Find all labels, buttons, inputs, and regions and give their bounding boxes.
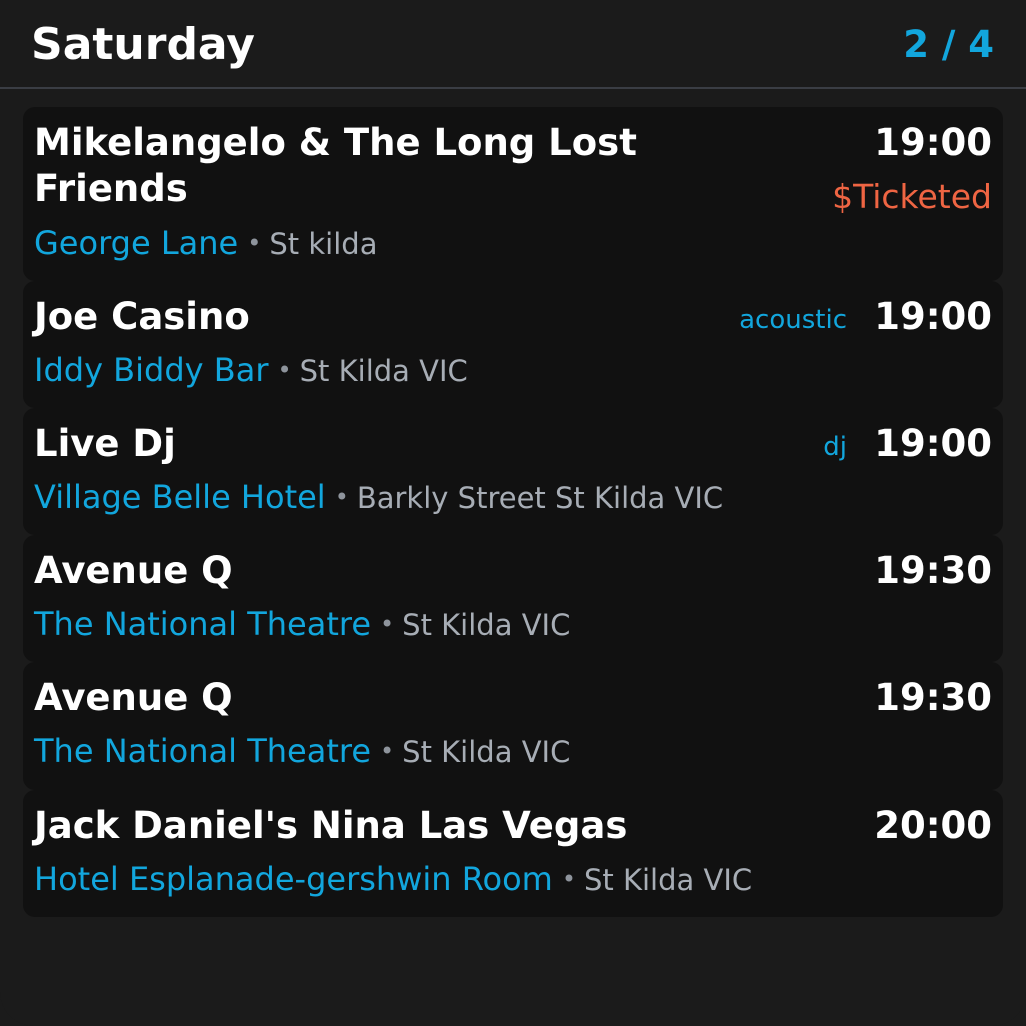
venue-line: Village Belle Hotel • Barkly Street St Kil… xyxy=(34,478,723,519)
venue-name: George Lane xyxy=(34,224,239,262)
event-time: 19:30 xyxy=(874,676,992,719)
venue-area: St kilda xyxy=(269,227,378,261)
event-list-screen: Saturday 2 / 4 Mikelangelo & The Long Lo… xyxy=(0,0,1026,1026)
event-time: 20:00 xyxy=(874,804,992,847)
venue-area: St Kilda VIC xyxy=(402,608,571,642)
event-list: Mikelangelo & The Long Lost Friends 19:0… xyxy=(23,107,1003,917)
event-title: Mikelangelo & The Long Lost Friends xyxy=(34,121,637,210)
venue-line: Iddy Biddy Bar • St Kilda VIC xyxy=(34,351,468,392)
event-card[interactable]: Avenue Q 19:30 The National Theatre • St K… xyxy=(23,662,1003,790)
venue-separator: • xyxy=(561,865,576,893)
venue-line: George Lane • St kilda xyxy=(34,224,377,265)
day-header: Saturday 2 / 4 xyxy=(0,0,1026,89)
event-title: Jack Daniel's Nina Las Vegas xyxy=(34,804,628,847)
venue-line: The National Theatre • St Kilda VIC xyxy=(34,732,570,773)
venue-area: Barkly Street St Kilda VIC xyxy=(356,481,724,515)
event-price: $Ticketed xyxy=(832,177,992,216)
event-time: 19:00 xyxy=(874,121,992,164)
venue-name: The National Theatre xyxy=(34,605,372,643)
venue-area: St Kilda VIC xyxy=(583,863,753,897)
venue-name: Village Belle Hotel xyxy=(34,478,326,516)
venue-separator: • xyxy=(380,737,395,765)
day-title: Saturday xyxy=(31,19,255,70)
venue-separator: • xyxy=(277,356,292,384)
venue-separator: • xyxy=(334,483,349,511)
event-card[interactable]: Joe Casino acoustic 19:00 Iddy Biddy Bar… xyxy=(23,281,1003,408)
venue-name: The National Theatre xyxy=(34,732,372,770)
venue-line: Hotel Esplanade-gershwin Room • St Kilda V… xyxy=(34,860,752,901)
event-genre-tag: acoustic xyxy=(739,305,847,335)
venue-area: St Kilda VIC xyxy=(402,735,571,769)
event-title: Joe Casino xyxy=(34,295,250,338)
event-card[interactable]: Jack Daniel's Nina Las Vegas 20:00 Hotel… xyxy=(23,790,1003,917)
event-title: Avenue Q xyxy=(34,676,233,719)
venue-line: The National Theatre • St Kilda VIC xyxy=(34,605,570,646)
event-time: 19:00 xyxy=(874,295,992,338)
event-genre-tag: dj xyxy=(823,432,847,462)
venue-name: Iddy Biddy Bar xyxy=(34,351,269,389)
venue-separator: • xyxy=(380,610,395,638)
event-time: 19:30 xyxy=(874,549,992,592)
event-time: 19:00 xyxy=(874,422,992,465)
event-title: Avenue Q xyxy=(34,549,233,592)
event-card[interactable]: Mikelangelo & The Long Lost Friends 19:0… xyxy=(23,107,1003,281)
venue-area: St Kilda VIC xyxy=(299,354,468,388)
event-card[interactable]: Avenue Q 19:30 The National Theatre • St K… xyxy=(23,535,1003,662)
page-counter: 2 / 4 xyxy=(903,23,994,66)
venue-separator: • xyxy=(247,229,262,257)
event-card[interactable]: Live Dj dj 19:00 Village Belle Hotel • Bar… xyxy=(23,408,1003,535)
event-title: Live Dj xyxy=(34,422,176,465)
venue-name: Hotel Esplanade-gershwin Room xyxy=(34,860,553,898)
